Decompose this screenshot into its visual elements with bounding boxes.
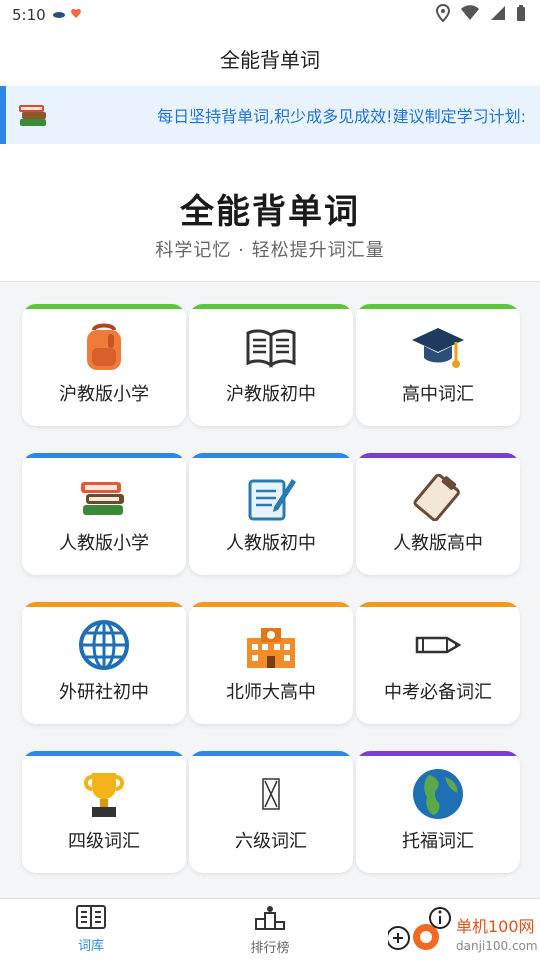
graduation-cap-icon xyxy=(410,322,466,372)
pencil-icon xyxy=(410,620,466,670)
hero-title: 全能背单词 xyxy=(180,192,360,232)
category-label: 六级词汇 xyxy=(235,831,307,852)
notification-icon xyxy=(53,8,81,18)
category-card-toefl-vocab[interactable]: 托福词汇 xyxy=(356,751,520,873)
category-card-senior-vocab[interactable]: 高中词汇 xyxy=(356,304,520,426)
category-card-renjiao-junior[interactable]: 人教版初中 xyxy=(189,453,353,575)
category-label: 沪教版小学 xyxy=(59,384,149,405)
category-label: 人教版高中 xyxy=(393,533,483,554)
category-card-waiyan-junior[interactable]: 外研社初中 xyxy=(22,602,186,724)
notice-text: 每日坚持背单词,积少成多见成效!建议制定学习计划: xyxy=(157,107,526,126)
card-accent-bar xyxy=(22,304,186,309)
category-card-zhongkao-vocab[interactable]: 中考必备词汇 xyxy=(356,602,520,724)
card-accent-bar xyxy=(356,751,520,756)
card-accent-bar xyxy=(189,602,353,607)
category-label: 托福词汇 xyxy=(402,831,474,852)
status-right-icons xyxy=(436,4,526,22)
category-label: 外研社初中 xyxy=(59,682,149,703)
books-icon xyxy=(16,97,52,133)
notebook-pen-icon xyxy=(243,471,299,521)
category-card-cet4-vocab[interactable]: 四级词汇 xyxy=(22,751,186,873)
category-card-beishida-senior[interactable]: 北师大高中 xyxy=(189,602,353,724)
location-icon xyxy=(436,4,450,22)
category-card-cet6-vocab[interactable]: 六级词汇 xyxy=(189,751,353,873)
category-label: 四级词汇 xyxy=(68,831,140,852)
category-label: 沪教版初中 xyxy=(226,384,316,405)
globe-icon xyxy=(76,620,132,670)
card-accent-bar xyxy=(189,304,353,309)
battery-icon xyxy=(517,5,525,21)
hourglass-icon xyxy=(243,769,299,819)
category-label: 人教版小学 xyxy=(59,533,149,554)
category-card-hujiao-primary[interactable]: 沪教版小学 xyxy=(22,304,186,426)
backpack-icon xyxy=(76,322,132,372)
watermark-text-2: danji100.com xyxy=(456,939,538,953)
tab-label: 排行榜 xyxy=(250,941,290,956)
card-accent-bar xyxy=(22,453,186,458)
tab-word-library[interactable]: 词库 xyxy=(46,905,136,954)
card-accent-bar xyxy=(22,602,186,607)
clipboard-icon xyxy=(410,471,466,521)
card-accent-bar xyxy=(189,751,353,756)
app-root: 5:10 全能背单词 每日坚持背单词,积少成多见成效!建议制定学习计划: 全能背… xyxy=(0,0,540,960)
hero-section: 全能背单词 科学记忆 · 轻松提升词汇量 xyxy=(0,144,540,282)
book-stack-icon xyxy=(76,471,132,521)
watermark-text-1: 单机100网 xyxy=(456,917,535,936)
card-accent-bar xyxy=(356,602,520,607)
category-label: 高中词汇 xyxy=(402,384,474,405)
podium-icon xyxy=(255,906,285,930)
status-notification-icons xyxy=(52,6,90,25)
card-accent-bar xyxy=(189,453,353,458)
category-label: 北师大高中 xyxy=(226,682,316,703)
notice-banner[interactable]: 每日坚持背单词,积少成多见成效!建议制定学习计划: xyxy=(0,86,540,144)
trophy-icon xyxy=(76,769,132,819)
category-card-renjiao-senior[interactable]: 人教版高中 xyxy=(356,453,520,575)
school-building-icon xyxy=(243,620,299,670)
earth-icon xyxy=(410,769,466,819)
signal-icon xyxy=(491,6,505,20)
tab-leaderboard[interactable]: 排行榜 xyxy=(225,905,315,956)
card-accent-bar xyxy=(356,304,520,309)
category-label: 人教版初中 xyxy=(226,533,316,554)
app-bar-title: 全能背单词 xyxy=(220,47,320,72)
card-accent-bar xyxy=(356,453,520,458)
category-card-hujiao-junior[interactable]: 沪教版初中 xyxy=(189,304,353,426)
open-book-icon xyxy=(243,322,299,372)
status-time: 5:10 xyxy=(12,6,46,24)
card-accent-bar xyxy=(22,751,186,756)
site-watermark: 单机100网 danji100.com xyxy=(386,898,538,958)
wifi-icon xyxy=(461,5,479,20)
app-bar: 全能背单词 xyxy=(0,30,540,86)
status-bar: 5:10 xyxy=(0,0,540,30)
tab-label: 词库 xyxy=(77,939,104,954)
category-label: 中考必备词汇 xyxy=(384,682,492,703)
category-card-renjiao-primary[interactable]: 人教版小学 xyxy=(22,453,186,575)
word-library-icon xyxy=(76,905,106,929)
hero-subtitle: 科学记忆 · 轻松提升词汇量 xyxy=(155,240,385,261)
